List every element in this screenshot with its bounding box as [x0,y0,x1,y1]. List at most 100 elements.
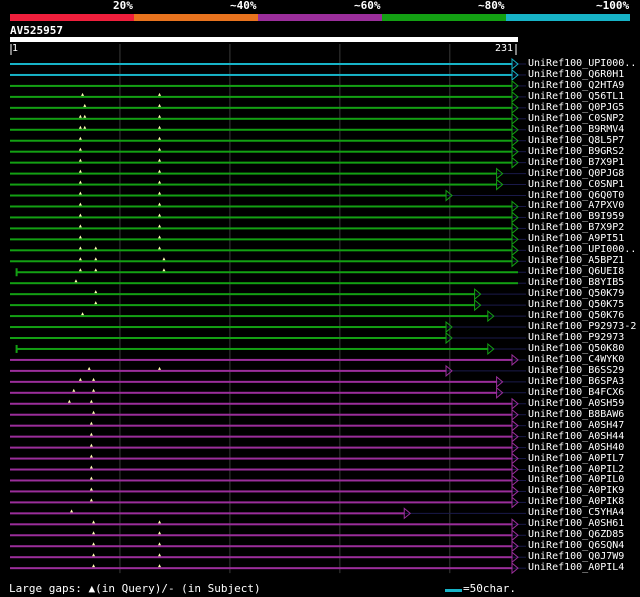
query-id: AV525957 [10,24,63,37]
hit-link[interactable]: UniRef100_Q50K79 [528,288,624,299]
query-gap-marker [158,158,162,162]
query-gap-marker [92,531,96,535]
hit-bar [10,468,512,471]
hit-link[interactable]: UniRef100_A0SH59 [528,398,624,409]
hit-link[interactable]: UniRef100_B8YIB5 [528,277,624,288]
hit-bar [10,172,497,175]
hit-bar [10,282,518,285]
hit-link[interactable]: UniRef100_A9PI51 [528,233,624,244]
hit-link[interactable]: UniRef100_B9GRS2 [528,146,624,157]
hit-link[interactable]: UniRef100_A0PIK9 [528,485,624,496]
hit-link[interactable]: UniRef100_Q6UEI8 [528,266,624,277]
hit-link[interactable]: UniRef100_A0SH40 [528,442,624,453]
query-gap-marker [78,377,82,381]
hit-bar [10,315,488,318]
hit-link[interactable]: UniRef100_A7PXV0 [528,200,624,211]
query-gap-marker [158,213,162,217]
hit-link[interactable]: UniRef100_Q50K75 [528,299,624,310]
query-gap-marker [83,103,87,107]
hit-bar [10,446,512,449]
query-gap-marker [92,388,96,392]
hit-bar [10,304,475,307]
identity-band-3 [258,14,382,21]
hit-link[interactable]: UniRef100_C0SNP1 [528,179,624,190]
hit-bar [16,271,518,274]
hit-bar [10,413,512,416]
gap-legend: Large gaps: ▲(in Query)/- (in Subject) [9,582,261,595]
hit-bar [10,435,512,438]
hit-link[interactable]: UniRef100_B9I959 [528,211,624,222]
hit-link[interactable]: UniRef100_B4FCX6 [528,387,624,398]
hit-bar [10,479,512,482]
hit-link[interactable]: UniRef100_Q6R0H1 [528,69,624,80]
query-gap-marker [158,147,162,151]
query-gap-marker [158,235,162,239]
hit-link[interactable]: UniRef100_Q6ZD85 [528,529,624,540]
query-gap-marker [78,257,82,261]
hit-link[interactable]: UniRef100_B8BAW6 [528,409,624,420]
hit-link[interactable]: UniRef100_Q8L5P7 [528,135,624,146]
hit-bar [10,556,512,559]
hit-link[interactable]: UniRef100_Q0PJG5 [528,102,624,113]
hit-link[interactable]: UniRef100_B7X9P2 [528,222,624,233]
hit-link[interactable]: UniRef100_Q0PJG8 [528,168,624,179]
hit-link[interactable]: UniRef100_B7X9P1 [528,157,624,168]
identity-band-1 [10,14,134,21]
hit-link[interactable]: UniRef100_C0SNP2 [528,113,624,124]
query-gap-marker [158,191,162,195]
hit-link[interactable]: UniRef100_A0SH61 [528,518,624,529]
hit-link[interactable]: UniRef100_A0PIL4 [528,562,624,573]
query-gap-marker [94,257,98,261]
hit-link[interactable]: UniRef100_UPI000.. [528,58,636,69]
hit-link[interactable]: UniRef100_Q50K80 [528,343,624,354]
hit-link[interactable]: UniRef100_Q0J7W9 [528,551,624,562]
query-gap-marker [89,432,93,436]
hit-link[interactable]: UniRef100_A5BPZ1 [528,255,624,266]
hit-link[interactable]: UniRef100_B9RMV4 [528,124,624,135]
query-gap-marker [78,246,82,250]
query-gap-marker [92,542,96,546]
blast-graphic-overview: 20% ~40% ~60% ~80% ~100% AV525957 1 231 UniR… [0,0,640,597]
hit-link[interactable]: UniRef100_A0PIL0 [528,474,624,485]
hit-link[interactable]: UniRef100_B6SS29 [528,365,624,376]
hit-bar [10,337,447,339]
hit-link[interactable]: UniRef100_A0PIL7 [528,453,624,464]
hit-bar [10,238,512,241]
query-gap-marker [72,388,76,392]
query-gap-marker [158,224,162,228]
hit-bar [10,194,447,197]
hit-bar [10,391,497,394]
hit-link[interactable]: UniRef100_P92973 [528,332,624,343]
hit-link[interactable]: UniRef100_C5YHA4 [528,507,624,518]
query-gap-marker [83,114,87,118]
hit-link[interactable]: UniRef100_P92973-2 [528,321,636,332]
query-gap-marker [89,454,93,458]
hit-link[interactable]: UniRef100_Q56TL1 [528,91,624,102]
hit-link[interactable]: UniRef100_A0PIL2 [528,464,624,475]
hit-bar [16,347,488,350]
query-gap-marker [158,114,162,118]
hit-link[interactable]: UniRef100_Q2HTA9 [528,80,624,91]
scale-bar [445,589,462,592]
hit-link[interactable]: UniRef100_A0PIK8 [528,496,624,507]
hit-link[interactable]: UniRef100_B6SPA3 [528,376,624,387]
hit-link[interactable]: UniRef100_Q50K76 [528,310,624,321]
query-gap-marker [81,312,85,316]
query-gap-marker [158,366,162,370]
query-gap-marker [158,542,162,546]
hit-link[interactable]: UniRef100_UPI000.. [528,244,636,255]
hit-bar [10,326,447,329]
hit-link[interactable]: UniRef100_A0SH44 [528,431,624,442]
identity-band-label: 20% [113,0,133,12]
query-gap-marker [158,564,162,568]
hit-link[interactable]: UniRef100_Q6SQN4 [528,540,624,551]
query-gap-marker [162,268,166,272]
query-gap-marker [78,125,82,129]
hit-bar [10,205,512,208]
hit-link[interactable]: UniRef100_Q6Q0T0 [528,190,624,201]
query-gap-marker [92,564,96,568]
query-gap-marker [78,180,82,184]
hit-link[interactable]: UniRef100_A0SH47 [528,420,624,431]
identity-band-2 [134,14,258,21]
hit-link[interactable]: UniRef100_C4WYK0 [528,354,624,365]
